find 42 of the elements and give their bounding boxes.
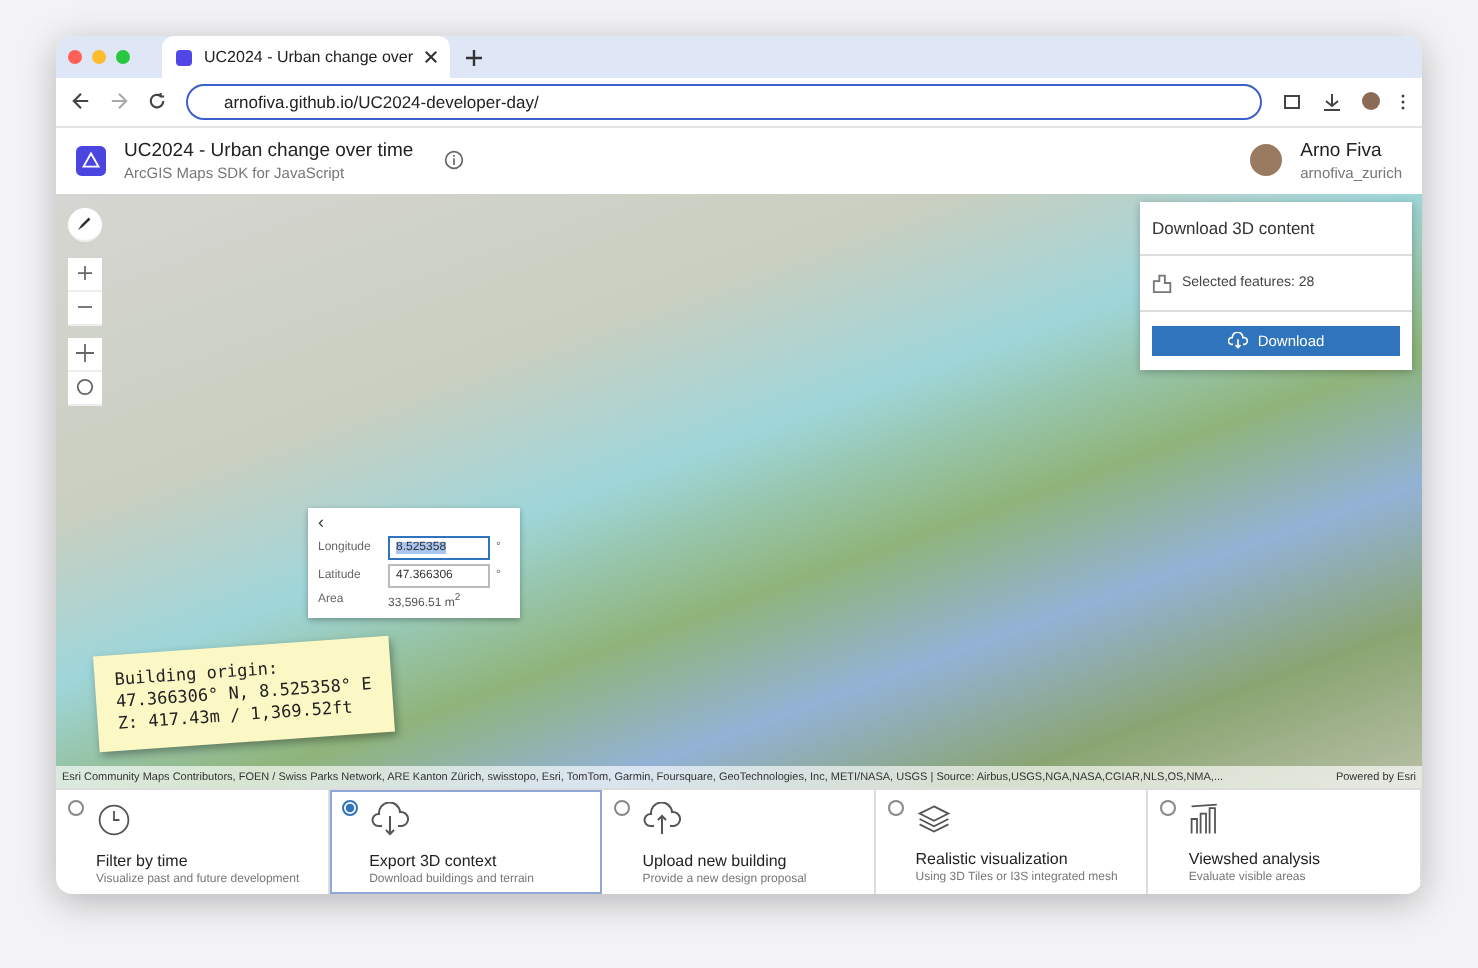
browser-tab[interactable]: UC2024 - Urban change over bbox=[162, 36, 450, 78]
user-name: Arno Fiva bbox=[1300, 139, 1384, 162]
card-title: Upload new building bbox=[642, 852, 787, 870]
radio-button[interactable] bbox=[887, 800, 904, 816]
panel-title: Download 3D content bbox=[1140, 201, 1412, 256]
close-icon[interactable] bbox=[423, 50, 438, 64]
profile-avatar[interactable] bbox=[1362, 92, 1380, 111]
pan-icon bbox=[76, 344, 94, 363]
card-title: Realistic visualization bbox=[915, 850, 1068, 868]
back-icon[interactable] bbox=[72, 92, 90, 111]
buildings-icon bbox=[1152, 271, 1174, 294]
app-logo-icon bbox=[174, 47, 194, 67]
app-logo-icon bbox=[76, 145, 106, 176]
card-title: Filter by time bbox=[96, 852, 188, 870]
sketch-button[interactable] bbox=[68, 207, 102, 242]
zoom-in-button[interactable] bbox=[68, 257, 102, 292]
card-title: Export 3D context bbox=[369, 852, 497, 870]
zoom-out-button[interactable] bbox=[68, 291, 102, 326]
reload-icon[interactable] bbox=[148, 92, 166, 111]
layers-icon bbox=[915, 802, 952, 836]
radio-button[interactable] bbox=[1160, 800, 1177, 816]
address-field[interactable]: arnofiva.github.io/UC2024-developer-day/ bbox=[186, 83, 1262, 120]
info-icon[interactable] bbox=[443, 150, 464, 171]
plus-icon bbox=[78, 266, 92, 281]
radio-button[interactable] bbox=[68, 800, 84, 816]
user-avatar bbox=[1250, 144, 1283, 177]
clock-icon bbox=[96, 802, 132, 838]
app-title: UC2024 - Urban change over time bbox=[124, 139, 414, 162]
compass-button[interactable] bbox=[68, 371, 102, 406]
radio-button[interactable] bbox=[341, 800, 358, 816]
download-icon[interactable] bbox=[1322, 91, 1342, 112]
new-tab-icon[interactable] bbox=[465, 49, 482, 65]
more-icon[interactable] bbox=[1400, 91, 1406, 112]
back-button[interactable]: ‹ bbox=[318, 511, 324, 532]
radio-button[interactable] bbox=[614, 800, 631, 816]
pen-icon bbox=[76, 214, 94, 233]
cloud-upload-icon bbox=[642, 802, 683, 838]
card-title: Viewshed analysis bbox=[1188, 850, 1321, 868]
pan-button[interactable] bbox=[68, 337, 102, 372]
compass-icon bbox=[76, 378, 94, 397]
cloud-download-icon bbox=[369, 802, 410, 838]
cloud-download-icon bbox=[1227, 331, 1248, 350]
